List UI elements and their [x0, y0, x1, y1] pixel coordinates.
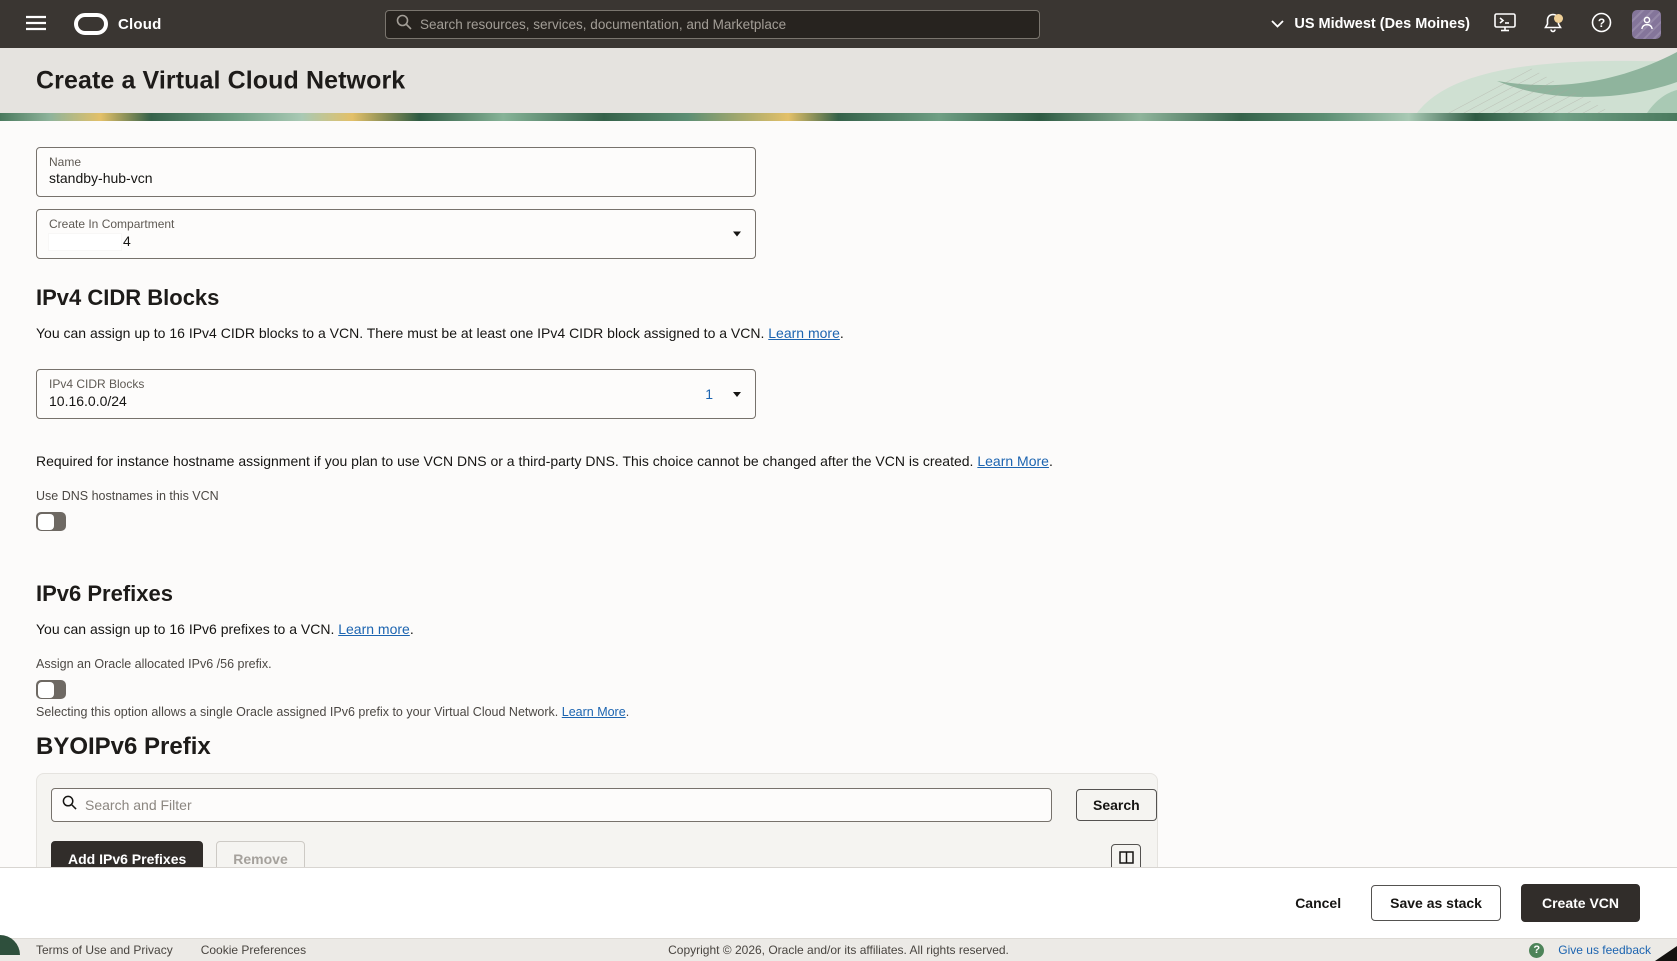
dns-description: Required for instance hostname assignmen…: [36, 451, 1116, 471]
decorative-band: [0, 113, 1677, 121]
byoip-filter-field[interactable]: [51, 788, 1052, 822]
notification-badge: [1554, 14, 1563, 23]
toggle-knob: [38, 682, 54, 698]
ipv4-cidr-field[interactable]: IPv4 CIDR Blocks 10.16.0.0/24 1: [36, 369, 756, 419]
header-decoration: [1347, 48, 1677, 113]
name-input[interactable]: [49, 170, 708, 186]
page-footer: Terms of Use and Privacy Cookie Preferen…: [0, 938, 1677, 961]
create-vcn-button[interactable]: Create VCN: [1521, 884, 1640, 922]
byoip-search-button[interactable]: Search: [1076, 789, 1157, 821]
brand-name: Cloud: [118, 16, 162, 33]
ipv4-cidr-value: 10.16.0.0/24: [49, 392, 743, 410]
console-icon: [1494, 13, 1516, 36]
global-search-input[interactable]: [420, 17, 1029, 32]
action-bar: Cancel Save as stack Create VCN: [0, 867, 1677, 938]
copyright-text: Copyright © 2026, Oracle and/or its affi…: [668, 943, 1009, 957]
ipv4-section-heading: IPv4 CIDR Blocks: [36, 285, 1641, 311]
notifications-button[interactable]: [1536, 7, 1570, 41]
cidr-count-badge: 1: [705, 386, 713, 402]
ipv6-section-heading: IPv6 Prefixes: [36, 581, 1641, 607]
dns-hostnames-toggle[interactable]: [36, 512, 66, 531]
help-icon: ?: [1591, 12, 1612, 36]
app-root: Cloud US Midwest (Des Moines): [0, 0, 1677, 961]
feedback-help-icon[interactable]: ?: [1529, 943, 1544, 958]
give-feedback-link[interactable]: Give us feedback: [1558, 943, 1651, 957]
dropdown-caret-icon[interactable]: [733, 232, 741, 237]
filter-search-icon: [62, 795, 77, 815]
compartment-field[interactable]: Create In Compartment 4: [36, 209, 756, 259]
ipv6-description: You can assign up to 16 IPv6 prefixes to…: [36, 619, 1116, 639]
hamburger-menu-button[interactable]: [16, 4, 56, 44]
svg-text:?: ?: [1597, 16, 1604, 30]
byoip-section-heading: BYOIPv6 Prefix: [36, 733, 1641, 761]
column-manager-icon: [1119, 851, 1134, 867]
ipv6-note: Selecting this option allows a single Or…: [36, 705, 1641, 719]
ipv4-cidr-label: IPv4 CIDR Blocks: [49, 376, 743, 392]
ipv4-learn-more-link[interactable]: Learn more: [768, 325, 840, 341]
compartment-field-label: Create In Compartment: [49, 216, 743, 232]
global-search[interactable]: [385, 10, 1040, 39]
ipv6-note-learn-more-link[interactable]: Learn More: [562, 705, 626, 719]
help-button[interactable]: ?: [1584, 7, 1618, 41]
byoip-filter-input[interactable]: [85, 797, 1041, 813]
terms-link[interactable]: Terms of Use and Privacy: [36, 943, 173, 957]
create-vcn-form: Name Create In Compartment 4 IPv4 CIDR B…: [0, 121, 1677, 961]
page-header: Create a Virtual Cloud Network: [0, 48, 1677, 113]
region-selector[interactable]: US Midwest (Des Moines): [1267, 10, 1474, 38]
redacted-text: [49, 234, 121, 250]
cookie-preferences-link[interactable]: Cookie Preferences: [201, 943, 306, 957]
search-icon: [396, 14, 412, 35]
dns-learn-more-link[interactable]: Learn More: [977, 453, 1049, 469]
cancel-button[interactable]: Cancel: [1285, 887, 1351, 919]
toggle-knob: [38, 514, 54, 530]
cloud-shell-button[interactable]: [1488, 7, 1522, 41]
ipv4-description: You can assign up to 16 IPv4 CIDR blocks…: [36, 323, 1116, 343]
ipv6-learn-more-link[interactable]: Learn more: [338, 621, 410, 637]
navbar-right: US Midwest (Des Moines) ?: [1267, 7, 1661, 41]
save-as-stack-button[interactable]: Save as stack: [1371, 885, 1501, 921]
hamburger-icon: [26, 15, 46, 34]
page-title: Create a Virtual Cloud Network: [36, 66, 405, 95]
top-navbar: Cloud US Midwest (Des Moines): [0, 0, 1677, 48]
chevron-down-icon: [1271, 16, 1284, 32]
compartment-value: 4: [49, 232, 743, 250]
oracle-logo: [74, 13, 108, 35]
dropdown-caret-icon[interactable]: [733, 392, 741, 397]
region-label: US Midwest (Des Moines): [1294, 16, 1470, 32]
user-menu-button[interactable]: [1632, 10, 1661, 39]
ipv6-assign-label: Assign an Oracle allocated IPv6 /56 pref…: [36, 657, 1641, 671]
name-field-label: Name: [49, 154, 743, 170]
name-field[interactable]: Name: [36, 147, 756, 197]
user-avatar-icon: [1639, 15, 1655, 34]
brand[interactable]: Cloud: [74, 13, 162, 35]
ipv6-prefix-toggle[interactable]: [36, 680, 66, 699]
dns-toggle-label: Use DNS hostnames in this VCN: [36, 489, 1641, 503]
